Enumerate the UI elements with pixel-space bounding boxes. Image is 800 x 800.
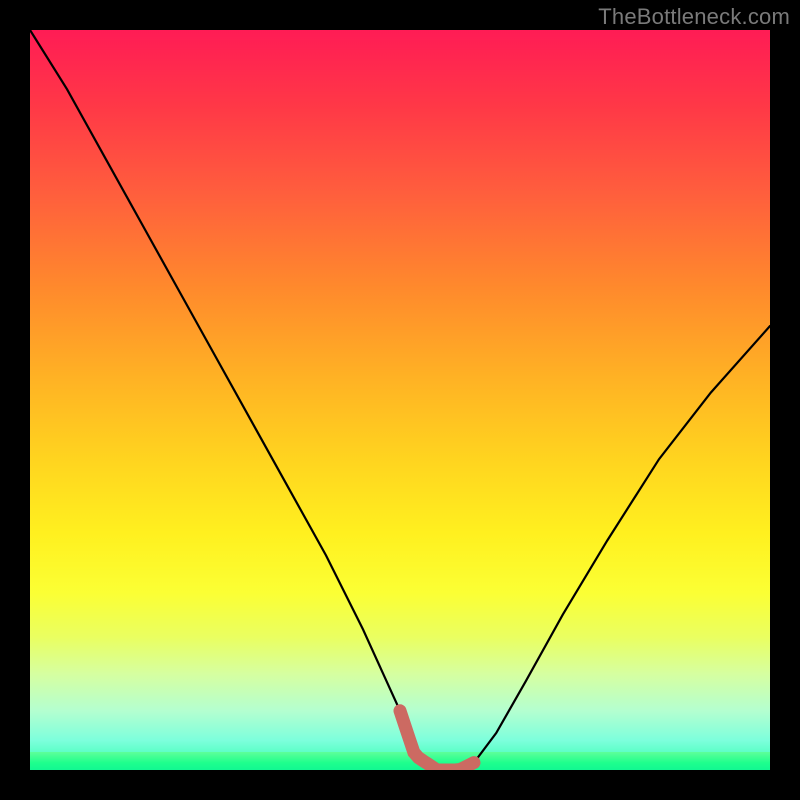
chart-frame: TheBottleneck.com bbox=[0, 0, 800, 800]
watermark-text: TheBottleneck.com bbox=[598, 4, 790, 30]
plot-area bbox=[30, 30, 770, 770]
curve-svg bbox=[30, 30, 770, 770]
bottleneck-curve-path bbox=[30, 30, 770, 770]
recommended-range-path bbox=[400, 711, 474, 770]
